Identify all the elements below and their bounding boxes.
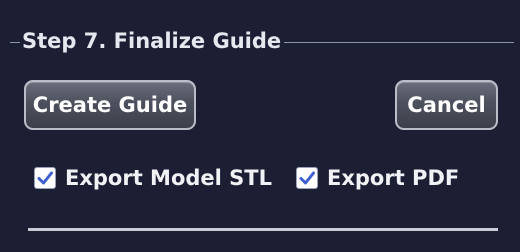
checkmark-icon: [37, 171, 53, 185]
create-guide-button[interactable]: Create Guide: [24, 80, 196, 130]
checkmark-icon: [299, 171, 315, 185]
group-frame-line-left: [10, 42, 20, 43]
export-pdf-option[interactable]: Export PDF: [296, 164, 459, 192]
export-model-stl-checkbox[interactable]: [34, 167, 56, 189]
finalize-guide-panel: Step 7. Finalize Guide Create Guide Canc…: [0, 0, 520, 252]
bottom-divider: [28, 228, 498, 231]
export-model-stl-option[interactable]: Export Model STL: [34, 164, 272, 192]
group-frame-line-right: [284, 42, 514, 43]
export-pdf-checkbox[interactable]: [296, 167, 318, 189]
export-pdf-label: Export PDF: [327, 166, 460, 190]
group-title: Step 7. Finalize Guide: [22, 29, 282, 53]
export-model-stl-label: Export Model STL: [65, 166, 272, 190]
cancel-button[interactable]: Cancel: [395, 80, 498, 130]
